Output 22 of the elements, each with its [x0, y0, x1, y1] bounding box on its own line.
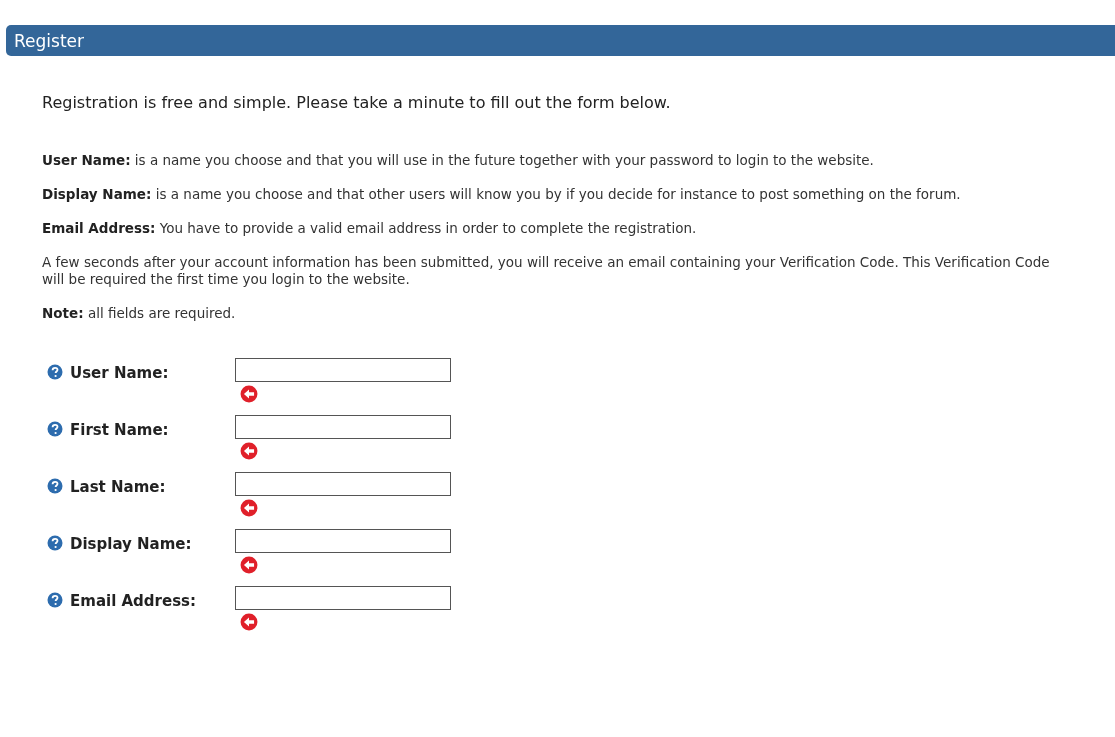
field-label: Email Address: — [70, 592, 197, 610]
input-field[interactable] — [235, 415, 451, 439]
input-field[interactable] — [235, 586, 451, 610]
field-label: User Name: — [70, 364, 170, 382]
info-paragraph: Display Name: is a name you choose and that other users will know you by if you decide for instance to post something on the forum. — [42, 186, 962, 203]
info-paragraph: A few seconds after your account information has been submitted, you will receive an email containing your Verification Code. This Verification Code will be required the first time you login to the website. — [42, 254, 1051, 288]
help-icon[interactable] — [47, 364, 63, 380]
info-paragraph: User Name: is a name you choose and that you will use in the future together with your password to login to the website. — [42, 152, 875, 169]
header-title: Register — [14, 30, 84, 51]
input-field[interactable] — [235, 472, 451, 496]
info-paragraph: Note: all fields are required. — [42, 305, 237, 322]
help-icon[interactable] — [47, 421, 63, 437]
help-icon[interactable] — [47, 478, 63, 494]
field-label: First Name: — [70, 421, 170, 439]
info-paragraph: Email Address: You have to provide a valid email address in order to complete the registration. — [42, 220, 698, 237]
field-label: Last Name: — [70, 478, 167, 496]
intro-text: Registration is free and simple. Please take a minute to fill out the form below. — [42, 93, 672, 112]
input-field[interactable] — [235, 358, 451, 382]
input-field[interactable] — [235, 529, 451, 553]
field-label: Display Name: — [70, 535, 193, 553]
help-icon[interactable] — [47, 592, 63, 608]
help-icon[interactable] — [47, 535, 63, 551]
